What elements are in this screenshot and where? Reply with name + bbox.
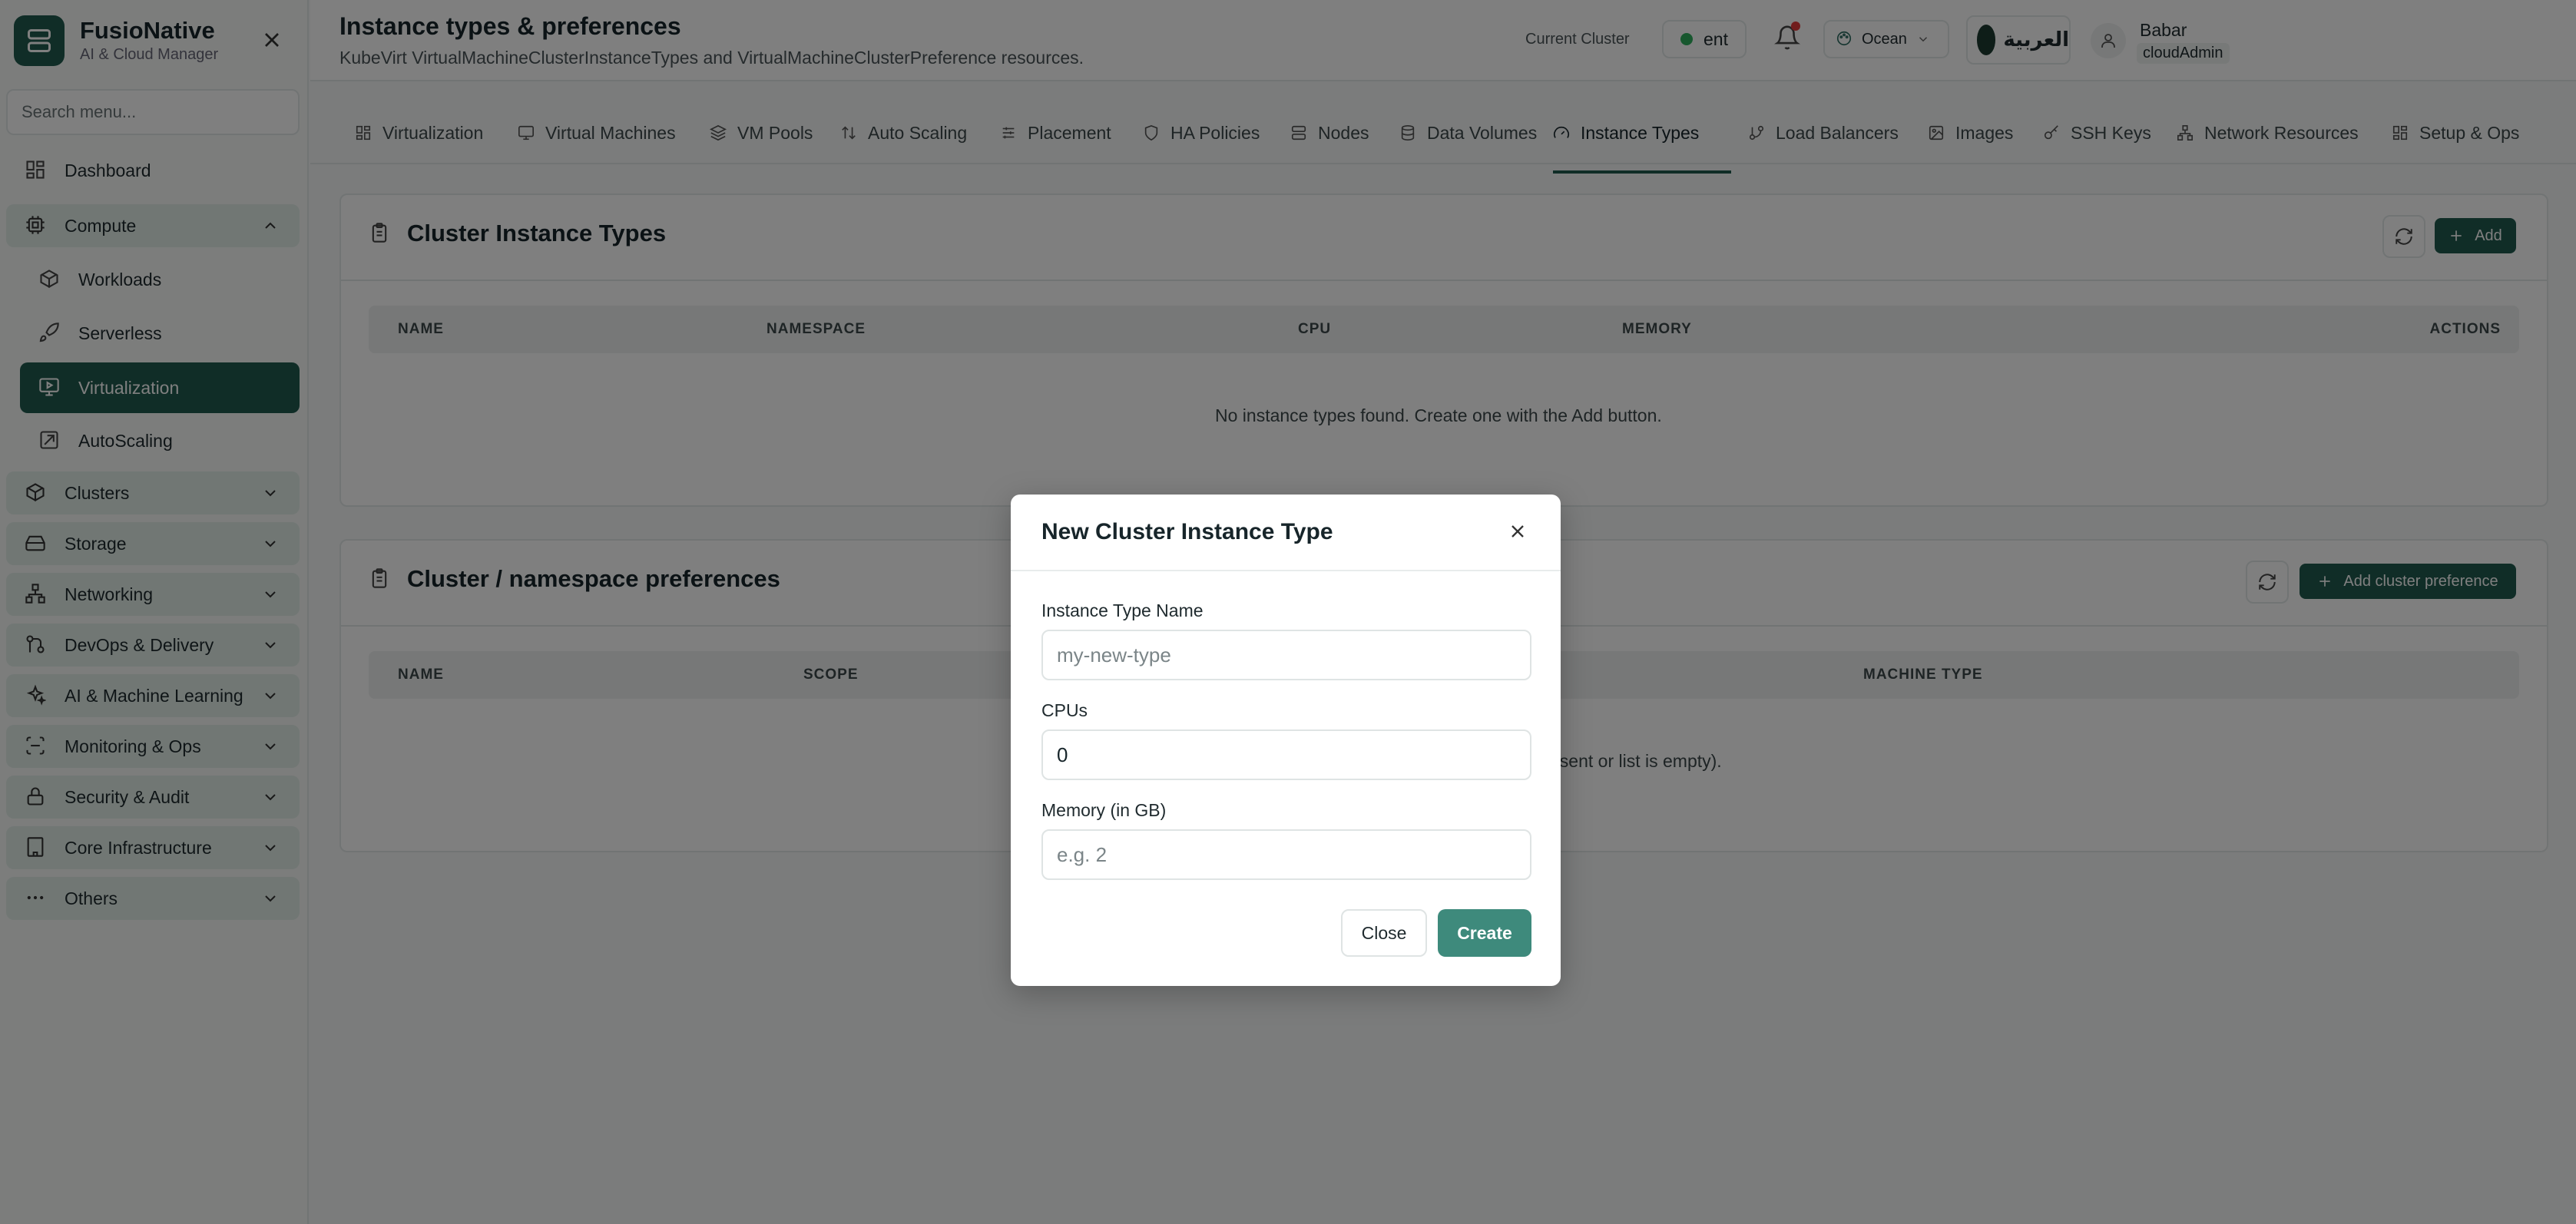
close-button[interactable]: Close (1341, 909, 1427, 957)
memory-input[interactable] (1041, 829, 1531, 880)
instance-name-input[interactable] (1041, 630, 1531, 680)
dialog-title: New Cluster Instance Type (1041, 519, 1333, 544)
instance-name-label: Instance Type Name (1041, 600, 1204, 620)
divider (1011, 570, 1561, 571)
create-button[interactable]: Create (1438, 909, 1531, 957)
cpus-label: CPUs (1041, 700, 1088, 720)
memory-label: Memory (in GB) (1041, 800, 1167, 820)
cpus-input[interactable] (1041, 729, 1531, 780)
close-icon[interactable] (1507, 521, 1530, 544)
new-instance-type-dialog: New Cluster Instance Type Instance Type … (1011, 495, 1561, 986)
